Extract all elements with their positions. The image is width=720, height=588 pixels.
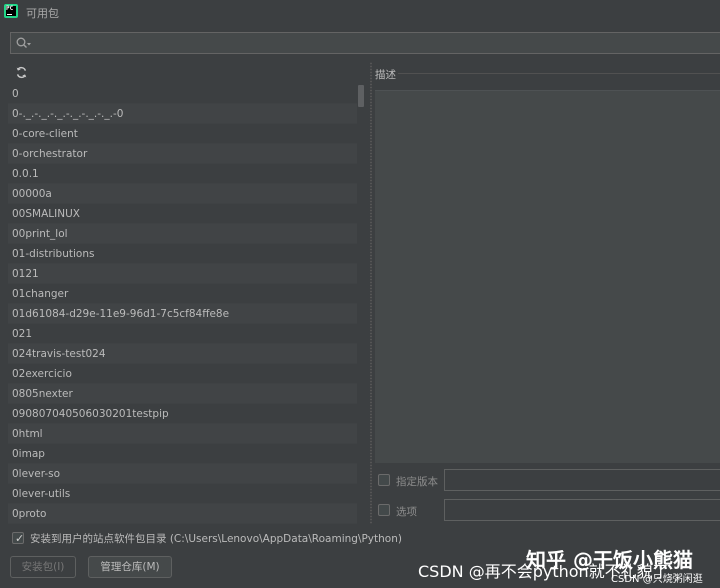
package-list-item[interactable]: 00000a xyxy=(8,184,367,204)
options-checkbox[interactable] xyxy=(378,504,390,516)
package-list-item[interactable]: 0imap xyxy=(8,444,367,464)
package-list-scrollbar[interactable] xyxy=(357,84,367,526)
package-list-item[interactable]: 0-core-client xyxy=(8,124,367,144)
package-list-item[interactable]: 0.0.1 xyxy=(8,164,367,184)
package-list-item[interactable]: 021 xyxy=(8,324,367,344)
install-to-user-row[interactable]: ✓ 安装到用户的站点软件包目录 (C:\Users\Lenovo\AppData… xyxy=(12,531,402,547)
options-row: 选项 xyxy=(375,499,720,523)
options-label: 选项 xyxy=(396,506,417,518)
options-field[interactable] xyxy=(444,499,720,521)
checkmark-icon: ✓ xyxy=(15,532,25,545)
package-list-item[interactable]: 02exercicio xyxy=(8,364,367,384)
package-list-item[interactable]: 0lever-utils xyxy=(8,484,367,504)
package-list-item[interactable]: 00SMALINUX xyxy=(8,204,367,224)
package-list-item[interactable]: 0lever-so xyxy=(8,464,367,484)
package-list-item[interactable]: 090807040506030201testpip xyxy=(8,404,367,424)
description-label: 描述 xyxy=(375,69,396,81)
specify-version-label: 指定版本 xyxy=(396,476,438,488)
csdn-small-watermark: CSDN @只烧粥闲逛 xyxy=(611,574,703,585)
package-list-item[interactable]: 0121 xyxy=(8,264,367,284)
install-to-user-label: 安装到用户的站点软件包目录 (C:\Users\Lenovo\AppData\R… xyxy=(30,533,402,545)
search-box[interactable] xyxy=(10,32,720,54)
pycharm-icon: PC xyxy=(4,4,18,18)
package-list-item[interactable]: 01d61084-d29e-11e9-96d1-7c5cf84ffe8e xyxy=(8,304,367,324)
package-list-item[interactable]: 0-orchestrator xyxy=(8,144,367,164)
package-list-item[interactable]: 01-distributions xyxy=(8,244,367,264)
package-list-item[interactable]: 0-._.-._.-._.-._.-._.-._.-0 xyxy=(8,104,367,124)
app-icon-text: PC xyxy=(6,5,14,12)
search-input[interactable] xyxy=(35,34,715,52)
specify-version-row: 指定版本 xyxy=(375,469,720,493)
package-list-item[interactable]: 01changer xyxy=(8,284,367,304)
scrollbar-thumb[interactable] xyxy=(358,85,364,107)
package-list-item[interactable]: 0 xyxy=(8,84,367,104)
manage-repositories-button[interactable]: 管理仓库(M) xyxy=(88,556,172,578)
panel-splitter[interactable] xyxy=(368,62,374,524)
zhihu-watermark: 知乎 @干饭小熊猫 xyxy=(526,548,693,572)
install-package-button[interactable]: 安装包(I) xyxy=(10,556,76,578)
search-icon xyxy=(16,37,31,48)
description-divider xyxy=(398,73,720,74)
package-list-item[interactable]: 00print_lol xyxy=(8,224,367,244)
refresh-icon[interactable] xyxy=(15,66,28,79)
package-list-item[interactable]: 0proto xyxy=(8,504,367,524)
title-bar: PC 可用包 xyxy=(0,0,720,24)
package-list-item[interactable]: 0805nexter xyxy=(8,384,367,404)
package-list-item[interactable]: 024travis-test024 xyxy=(8,344,367,364)
package-list-item[interactable]: 0html xyxy=(8,424,367,444)
specify-version-checkbox[interactable] xyxy=(378,474,390,486)
specify-version-field[interactable] xyxy=(444,469,720,491)
description-panel xyxy=(375,90,720,463)
install-to-user-checkbox[interactable]: ✓ xyxy=(12,532,25,545)
package-list[interactable]: 0 0-._.-._.-._.-._.-._.-._.-0 0-core-clien… xyxy=(8,84,367,526)
list-toolbar xyxy=(8,61,367,84)
window-title: 可用包 xyxy=(26,7,59,20)
